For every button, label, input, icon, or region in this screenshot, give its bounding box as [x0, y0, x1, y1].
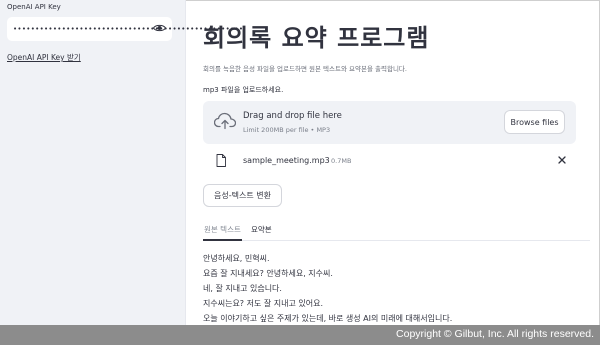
transcript-line: 안녕하세요, 민혁씨.	[203, 254, 270, 263]
main-content: 회의록 요약 프로그램 회의를 녹음한 음성 파일을 업로드하면 원본 텍스트와…	[186, 0, 600, 325]
api-key-link[interactable]: OpenAI API Key 받기	[7, 52, 81, 63]
file-icon	[216, 154, 226, 167]
uploaded-file-row: sample_meeting.mp3 0.7MB	[203, 150, 576, 172]
copyright-bar: Copyright © Gilbut, Inc. All rights rese…	[0, 325, 600, 345]
sidebar: OpenAI API Key •••••••••••••••••••••••••…	[0, 0, 243, 325]
speech-to-text-button[interactable]: 음성-텍스트 변환	[203, 184, 282, 207]
dropzone-title: Drag and drop file here	[243, 111, 342, 121]
close-icon[interactable]	[557, 155, 567, 165]
transcript-line: 지수씨는요? 저도 잘 지내고 있어요.	[203, 299, 323, 308]
result-tabs: 원본 텍스트 요약본	[203, 219, 590, 241]
page-title: 회의록 요약 프로그램	[203, 24, 430, 52]
dropzone-limit: Limit 200MB per file • MP3	[243, 126, 331, 134]
api-key-input[interactable]: ••••••••••••••••••••••••••••••••••••••••…	[7, 17, 243, 41]
upload-label: mp3 파일을 업로드하세요.	[203, 86, 284, 94]
transcript-line: 오늘 이야기하고 싶은 주제가 있는데, 바로 생성 AI의 미래에 대해서입니…	[203, 314, 453, 323]
cloud-upload-icon	[214, 112, 236, 130]
page-subtitle: 회의를 녹음한 음성 파일을 업로드하면 원본 텍스트와 요약본을 출력합니다.	[203, 65, 407, 73]
api-key-label: OpenAI API Key	[7, 3, 61, 11]
file-dropzone[interactable]: Drag and drop file here Limit 200MB per …	[203, 101, 576, 144]
transcript-line: 네, 잘 지내고 있습니다.	[203, 284, 282, 293]
eye-icon[interactable]	[153, 23, 166, 33]
active-tab-indicator	[203, 239, 242, 241]
tab-original-text[interactable]: 원본 텍스트	[204, 224, 241, 235]
copyright-text: Copyright © Gilbut, Inc. All rights rese…	[396, 328, 594, 340]
uploaded-file-name: sample_meeting.mp3	[243, 156, 330, 165]
browse-files-button[interactable]: Browse files	[504, 110, 565, 134]
uploaded-file-size: 0.7MB	[331, 157, 352, 165]
transcript-text: 안녕하세요, 민혁씨. 요즘 잘 지내세요? 안녕하세요, 지수씨. 네, 잘 …	[203, 251, 593, 325]
transcript-line: 요즘 잘 지내세요? 안녕하세요, 지수씨.	[203, 269, 333, 278]
tab-summary[interactable]: 요약본	[251, 224, 272, 235]
